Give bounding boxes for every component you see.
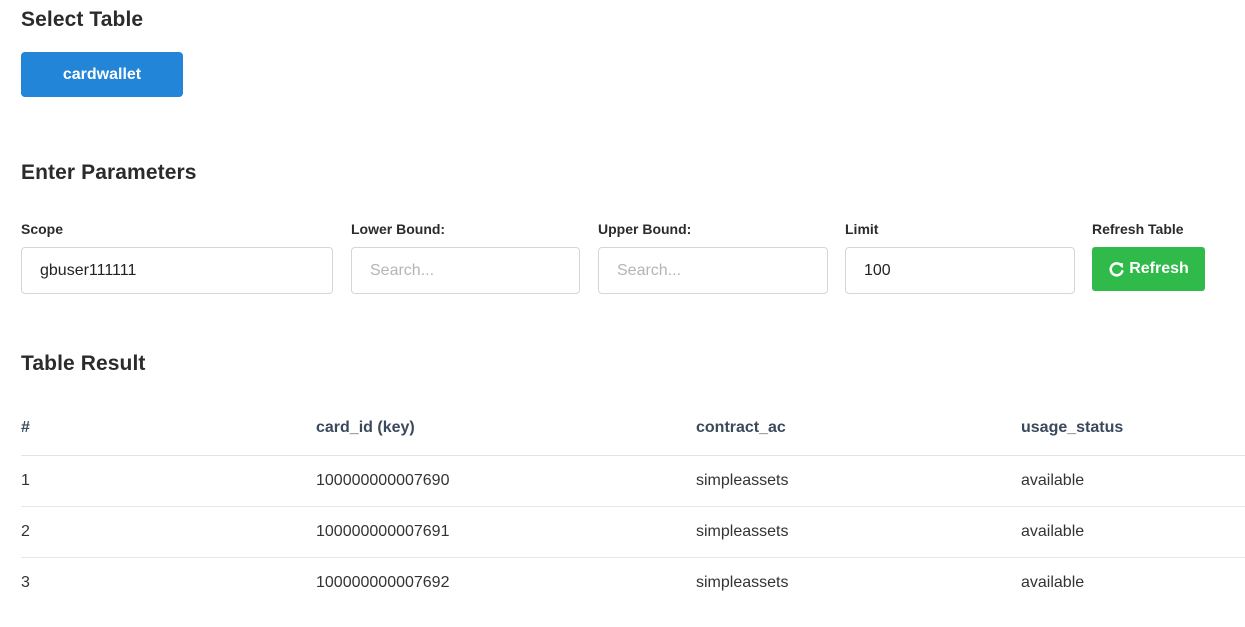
table-header-row: # card_id (key) contract_ac usage_status: [21, 400, 1245, 456]
limit-field: Limit: [845, 221, 1075, 294]
refresh-table-label: Refresh Table: [1092, 221, 1184, 237]
table-result-heading: Table Result: [21, 352, 146, 375]
table-row: 2 100000000007691 simpleassets available: [21, 506, 1245, 558]
cell-index: 2: [21, 506, 316, 558]
column-header-contract-ac: contract_ac: [696, 400, 1021, 456]
cell-usage-status: available: [1021, 455, 1245, 507]
column-header-index: #: [21, 400, 316, 456]
upper-bound-label: Upper Bound:: [598, 221, 692, 237]
refresh-button[interactable]: Refresh: [1092, 247, 1205, 291]
table-row: 1 100000000007690 simpleassets available: [21, 455, 1245, 507]
upper-bound-field: Upper Bound:: [598, 221, 828, 294]
cell-card-id: 100000000007691: [316, 506, 696, 558]
lower-bound-field: Lower Bound:: [351, 221, 580, 294]
scope-field: Scope: [21, 221, 333, 294]
refresh-button-label: Refresh: [1129, 260, 1189, 277]
table-row: 3 100000000007692 simpleassets available: [21, 558, 1245, 609]
lower-bound-input[interactable]: [351, 247, 580, 294]
lower-bound-label: Lower Bound:: [351, 221, 446, 237]
scope-label: Scope: [21, 221, 64, 237]
table-cardwallet-button[interactable]: cardwallet: [21, 52, 183, 97]
scope-input[interactable]: [21, 247, 333, 294]
page: Select Table cardwallet Enter Parameters…: [0, 0, 1245, 627]
cell-card-id: 100000000007692: [316, 574, 450, 591]
refresh-field: Refresh Table Refresh: [1092, 221, 1205, 291]
column-header-usage-status: usage_status: [1021, 400, 1245, 456]
column-header-card-id: card_id (key): [316, 400, 696, 456]
refresh-icon: [1108, 261, 1125, 278]
result-table: # card_id (key) contract_ac usage_status…: [21, 400, 1245, 608]
cell-contract-ac: simpleassets: [696, 574, 789, 591]
cell-usage-status: available: [1021, 574, 1085, 591]
cell-contract-ac: simpleassets: [696, 455, 1021, 507]
cell-index: 1: [21, 455, 316, 507]
cell-contract-ac: simpleassets: [696, 506, 1021, 558]
limit-input[interactable]: [845, 247, 1075, 294]
enter-parameters-heading: Enter Parameters: [21, 161, 197, 184]
cell-card-id: 100000000007690: [316, 455, 696, 507]
limit-label: Limit: [845, 221, 879, 237]
upper-bound-input[interactable]: [598, 247, 828, 294]
cell-usage-status: available: [1021, 506, 1245, 558]
select-table-heading: Select Table: [21, 8, 144, 31]
cell-index: 3: [21, 574, 30, 591]
